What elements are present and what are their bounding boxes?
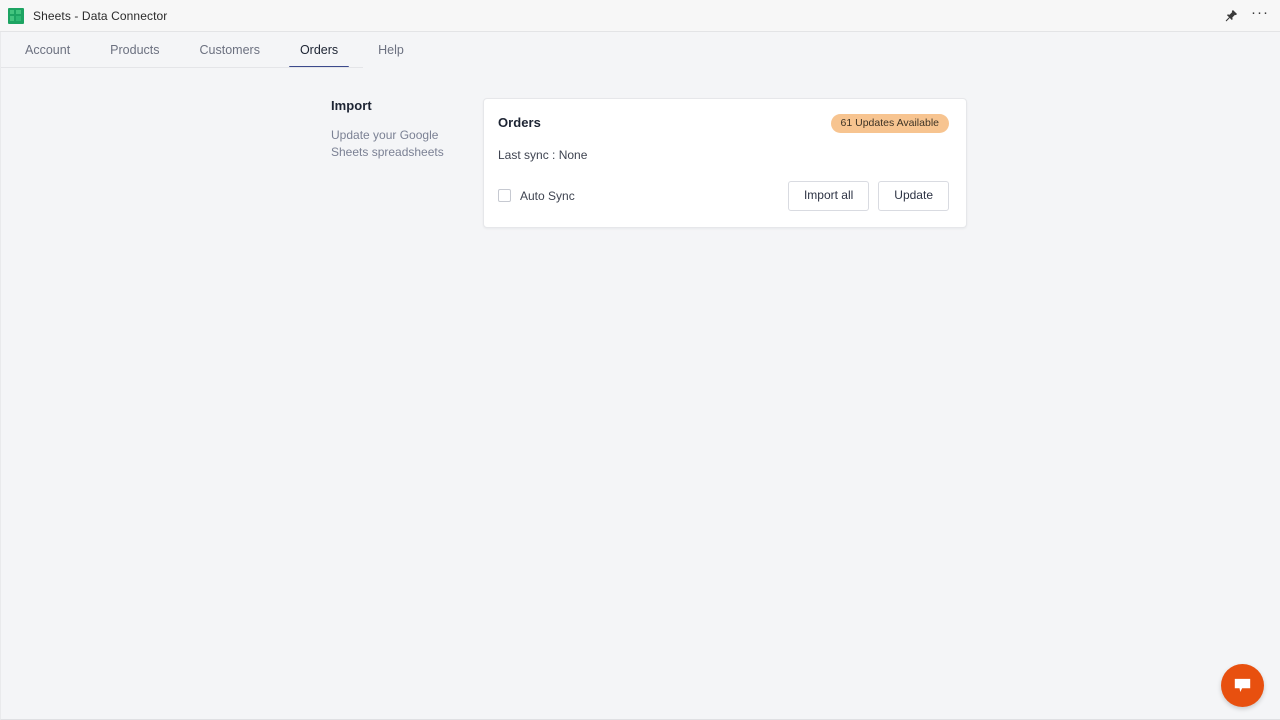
window-title: Sheets - Data Connector [33, 8, 168, 23]
tab-products[interactable]: Products [90, 32, 179, 68]
title-bar-controls: ··· [1223, 5, 1268, 24]
tab-products-label: Products [110, 43, 160, 57]
chat-bubble-icon [1232, 675, 1253, 696]
tab-orders-label: Orders [299, 43, 339, 57]
tab-customers-label: Customers [199, 43, 260, 57]
update-button[interactable]: Update [878, 180, 949, 211]
more-options-icon[interactable]: ··· [1251, 5, 1268, 24]
import-section-info: Import Update your Google Sheets spreads… [331, 98, 483, 228]
title-bar: Sheets - Data Connector ··· [0, 0, 1280, 32]
tab-account-label: Account [25, 43, 71, 57]
auto-sync-label: Auto Sync [520, 188, 575, 203]
card-title: Orders [498, 115, 541, 130]
pin-icon[interactable] [1223, 8, 1239, 24]
tab-customers[interactable]: Customers [180, 32, 280, 68]
chat-support-button[interactable] [1221, 664, 1264, 707]
sheets-icon [8, 7, 24, 24]
auto-sync-checkbox-row[interactable]: Auto Sync [498, 189, 575, 203]
auto-sync-checkbox[interactable] [498, 189, 511, 203]
app-window: Sheets - Data Connector ··· Account Prod… [0, 0, 1280, 720]
title-bar-left: Sheets - Data Connector [8, 7, 168, 24]
card-footer: Auto Sync Import all Update [498, 180, 949, 211]
app-body: Account Products Customers Orders Help I… [0, 32, 1280, 720]
last-sync-text: Last sync : None [498, 147, 588, 162]
tab-help[interactable]: Help [358, 32, 424, 68]
content-area: Import Update your Google Sheets spreads… [1, 68, 1280, 228]
card-header: Orders 61 Updates Available [498, 114, 949, 133]
section-description: Update your Google Sheets spreadsheets [331, 128, 444, 159]
updates-available-badge: 61 Updates Available [830, 114, 949, 133]
tab-help-label: Help [378, 43, 404, 57]
section-title: Import [331, 98, 372, 113]
orders-sync-card: Orders 61 Updates Available Last sync : … [483, 98, 967, 228]
tab-account[interactable]: Account [5, 32, 90, 68]
tab-bar: Account Products Customers Orders Help [1, 32, 1280, 68]
card-action-buttons: Import all Update [787, 180, 949, 211]
import-all-button[interactable]: Import all [787, 180, 870, 211]
tab-orders[interactable]: Orders [280, 32, 358, 68]
